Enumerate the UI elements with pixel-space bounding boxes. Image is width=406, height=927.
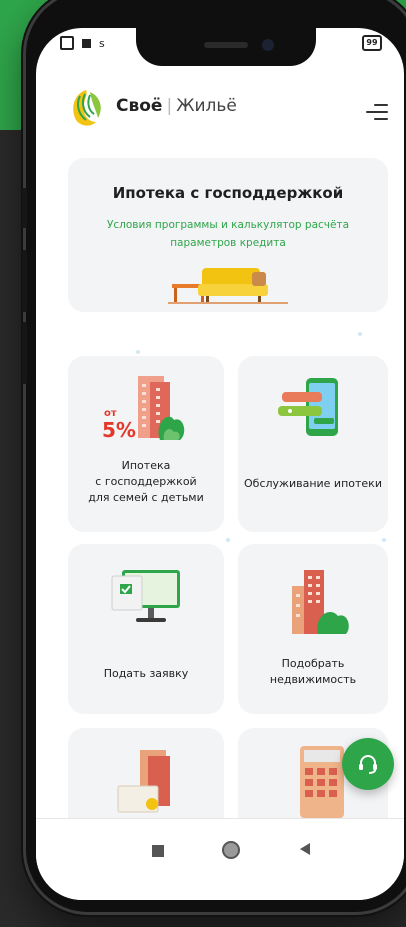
computer-application-icon	[111, 570, 180, 622]
notification-icon	[60, 36, 74, 50]
tile-label-line: для семей с детьми	[88, 491, 204, 504]
android-navigation-bar	[36, 818, 404, 900]
recent-apps-square-icon[interactable]	[152, 845, 164, 857]
calculator-icon	[300, 746, 344, 818]
home-circle-icon[interactable]	[222, 841, 240, 859]
badge-value: 5%	[102, 418, 136, 442]
hero-subtitle[interactable]: Условия программы и калькулятор расчёта …	[98, 216, 358, 252]
tile-mortgage-service[interactable]: Обслуживание ипотеки	[238, 356, 388, 532]
buildings-icon	[292, 570, 349, 634]
status-bar-left: s	[60, 34, 105, 52]
hero-title: Ипотека с господдержкой	[112, 184, 344, 202]
back-triangle-icon[interactable]	[298, 841, 312, 857]
decorative-dot	[358, 332, 362, 336]
hamburger-menu-icon[interactable]	[366, 104, 388, 120]
site-header: Своё | Жильё	[36, 78, 404, 140]
hero-subtitle-line: Условия программы и калькулятор расчёта	[106, 219, 350, 231]
brand-separator: |	[166, 96, 173, 116]
tile-family-mortgage[interactable]: от 5% Ипотека с господдержкой для семей …	[68, 356, 224, 532]
decorative-dot	[226, 538, 230, 542]
decorative-dot	[136, 350, 140, 354]
phone-volume-button	[22, 250, 27, 312]
main-content: Ипотека с господдержкой Условия программ…	[36, 146, 404, 838]
tile-label-line: Ипотека	[121, 459, 171, 472]
notch-camera	[262, 39, 274, 51]
svoe-zhilye-logo-icon[interactable]	[66, 86, 106, 130]
tile-submit-application[interactable]: Подать заявку	[68, 544, 224, 714]
tile-label: Ипотека с господдержкой для семей с деть…	[74, 458, 218, 506]
tile-label-line: Подать заявку	[103, 667, 189, 680]
hero-card-state-mortgage[interactable]: Ипотека с господдержкой Условия программ…	[68, 158, 388, 312]
tile-label: Подобрать недвижимость	[244, 656, 382, 688]
tile-label-line: Обслуживание ипотеки	[244, 477, 382, 490]
tile-label-line: недвижимость	[269, 673, 357, 686]
tile-label: Обслуживание ипотеки	[244, 476, 382, 492]
status-bar-right: 99	[362, 34, 382, 52]
battery-icon: 99	[362, 35, 382, 51]
brand-name: Своё | Жильё	[116, 96, 237, 116]
support-chat-button[interactable]	[342, 738, 394, 790]
brand-name-thin: Жильё	[176, 96, 237, 116]
decorative-dot	[382, 538, 386, 542]
phone-side-button	[22, 188, 27, 228]
phone-notch	[136, 28, 316, 66]
headset-icon	[359, 755, 377, 774]
hero-subtitle-line: параметров кредита	[170, 237, 286, 249]
sofa-illustration-icon	[168, 268, 288, 304]
phone-chat-icon	[278, 378, 338, 436]
tile-find-property[interactable]: Подобрать недвижимость	[238, 544, 388, 714]
documents-building-icon	[117, 750, 170, 813]
phone-screen: s 99 Своё | Жильё Ипотека с господдержкой	[36, 28, 404, 900]
phone-volume-button	[22, 322, 27, 384]
brand-name-bold: Своё	[116, 96, 163, 116]
notification-icon	[82, 38, 91, 48]
tile-label-line: с господдержкой	[95, 475, 197, 488]
tile-label: Подать заявку	[74, 666, 218, 682]
tile-label-line: Подобрать	[281, 657, 345, 670]
notch-speaker	[204, 42, 248, 48]
browser-tab-letter: s	[99, 36, 105, 50]
